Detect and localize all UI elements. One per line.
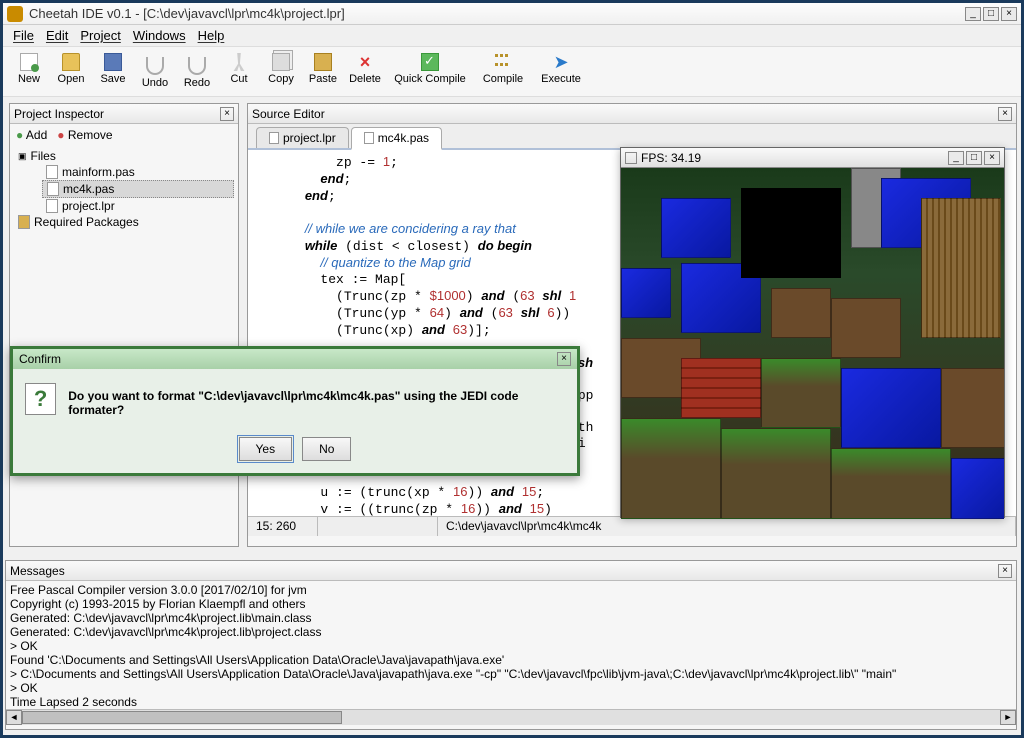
undo-button[interactable]: Undo bbox=[135, 51, 175, 95]
window-title: Cheetah IDE v0.1 - [C:\dev\javavcl\lpr\m… bbox=[29, 6, 963, 21]
menu-file[interactable]: File bbox=[7, 26, 40, 45]
tab-mc4k[interactable]: mc4k.pas bbox=[351, 127, 442, 150]
editor-statusbar: 15: 260 C:\dev\javavcl\lpr\mc4k\mc4k bbox=[248, 516, 1016, 536]
compile-icon bbox=[494, 53, 512, 71]
messages-scrollbar[interactable]: ◄ ► bbox=[6, 709, 1016, 725]
remove-button[interactable]: Remove bbox=[57, 128, 112, 142]
file-item[interactable]: mainform.pas bbox=[42, 164, 234, 180]
close-button[interactable]: × bbox=[1001, 7, 1017, 21]
file-icon bbox=[269, 132, 279, 144]
menubar: File Edit Project Windows Help bbox=[3, 25, 1021, 47]
inspector-close-button[interactable]: × bbox=[220, 107, 234, 121]
new-button[interactable]: New bbox=[9, 51, 49, 95]
files-node[interactable]: ▣Files bbox=[14, 148, 234, 164]
redo-icon bbox=[188, 57, 206, 75]
file-icon bbox=[47, 182, 59, 196]
game-title: FPS: 34.19 bbox=[641, 151, 701, 165]
open-button[interactable]: Open bbox=[51, 51, 91, 95]
menu-project[interactable]: Project bbox=[74, 26, 126, 45]
redo-button[interactable]: Redo bbox=[177, 51, 217, 95]
check-icon bbox=[421, 53, 439, 71]
add-button[interactable]: Add bbox=[16, 128, 47, 142]
dialog-close-button[interactable]: × bbox=[557, 352, 571, 366]
scroll-thumb[interactable] bbox=[22, 711, 342, 724]
scroll-right-button[interactable]: ► bbox=[1000, 710, 1016, 725]
messages-title: Messages bbox=[10, 564, 65, 578]
save-button[interactable]: Save bbox=[93, 51, 133, 95]
file-icon bbox=[364, 132, 374, 144]
no-button[interactable]: No bbox=[302, 437, 351, 461]
execute-button[interactable]: ➤Execute bbox=[533, 51, 589, 95]
minimize-button[interactable]: _ bbox=[965, 7, 981, 21]
quickcompile-button[interactable]: Quick Compile bbox=[387, 51, 473, 95]
delete-icon: × bbox=[356, 53, 374, 71]
delete-button[interactable]: ×Delete bbox=[345, 51, 385, 95]
game-close-button[interactable]: × bbox=[984, 151, 1000, 165]
file-icon bbox=[46, 199, 58, 213]
paste-button[interactable]: Paste bbox=[303, 51, 343, 95]
file-icon bbox=[46, 165, 58, 179]
messages-panel: Messages × Free Pascal Compiler version 3… bbox=[5, 560, 1017, 730]
new-icon bbox=[20, 53, 38, 71]
copy-button[interactable]: Copy bbox=[261, 51, 301, 95]
yes-button[interactable]: Yes bbox=[239, 437, 293, 461]
cursor-position: 15: 260 bbox=[248, 517, 318, 536]
editor-close-button[interactable]: × bbox=[998, 107, 1012, 121]
cut-button[interactable]: Cut bbox=[219, 51, 259, 95]
game-viewport[interactable] bbox=[621, 168, 1004, 519]
open-icon bbox=[62, 53, 80, 71]
menu-edit[interactable]: Edit bbox=[40, 26, 74, 45]
undo-icon bbox=[146, 57, 164, 75]
game-window[interactable]: FPS: 34.19 _ □ × bbox=[620, 147, 1005, 518]
save-icon bbox=[104, 53, 122, 71]
toolbar: New Open Save Undo Redo Cut Copy Paste ×… bbox=[3, 47, 1021, 97]
execute-icon: ➤ bbox=[552, 53, 570, 71]
app-logo-icon bbox=[7, 6, 23, 22]
menu-help[interactable]: Help bbox=[192, 26, 231, 45]
tab-project[interactable]: project.lpr bbox=[256, 127, 349, 148]
maximize-button[interactable]: □ bbox=[983, 7, 999, 21]
messages-output[interactable]: Free Pascal Compiler version 3.0.0 [2017… bbox=[6, 581, 1016, 709]
compile-button[interactable]: Compile bbox=[475, 51, 531, 95]
app-icon bbox=[625, 152, 637, 164]
file-item[interactable]: mc4k.pas bbox=[42, 180, 234, 198]
dialog-title: Confirm bbox=[19, 352, 61, 366]
game-minimize-button[interactable]: _ bbox=[948, 151, 964, 165]
editor-title: Source Editor bbox=[252, 107, 325, 121]
scroll-left-button[interactable]: ◄ bbox=[6, 710, 22, 725]
game-maximize-button[interactable]: □ bbox=[966, 151, 982, 165]
required-packages-node[interactable]: Required Packages bbox=[14, 214, 234, 230]
copy-icon bbox=[272, 53, 290, 71]
package-icon bbox=[18, 215, 30, 229]
file-item[interactable]: project.lpr bbox=[42, 198, 234, 214]
paste-icon bbox=[314, 53, 332, 71]
menu-windows[interactable]: Windows bbox=[127, 26, 192, 45]
main-titlebar: Cheetah IDE v0.1 - [C:\dev\javavcl\lpr\m… bbox=[3, 3, 1021, 25]
messages-close-button[interactable]: × bbox=[998, 564, 1012, 578]
confirm-dialog: Confirm × ? Do you want to format "C:\de… bbox=[10, 346, 580, 476]
question-icon: ? bbox=[25, 383, 56, 415]
inspector-title: Project Inspector bbox=[14, 107, 104, 121]
project-inspector-panel: Project Inspector × Add Remove ▣Files mai… bbox=[9, 103, 239, 547]
dialog-message: Do you want to format "C:\dev\javavcl\lp… bbox=[68, 383, 565, 417]
file-path: C:\dev\javavcl\lpr\mc4k\mc4k bbox=[438, 517, 1016, 536]
cut-icon bbox=[230, 53, 248, 71]
